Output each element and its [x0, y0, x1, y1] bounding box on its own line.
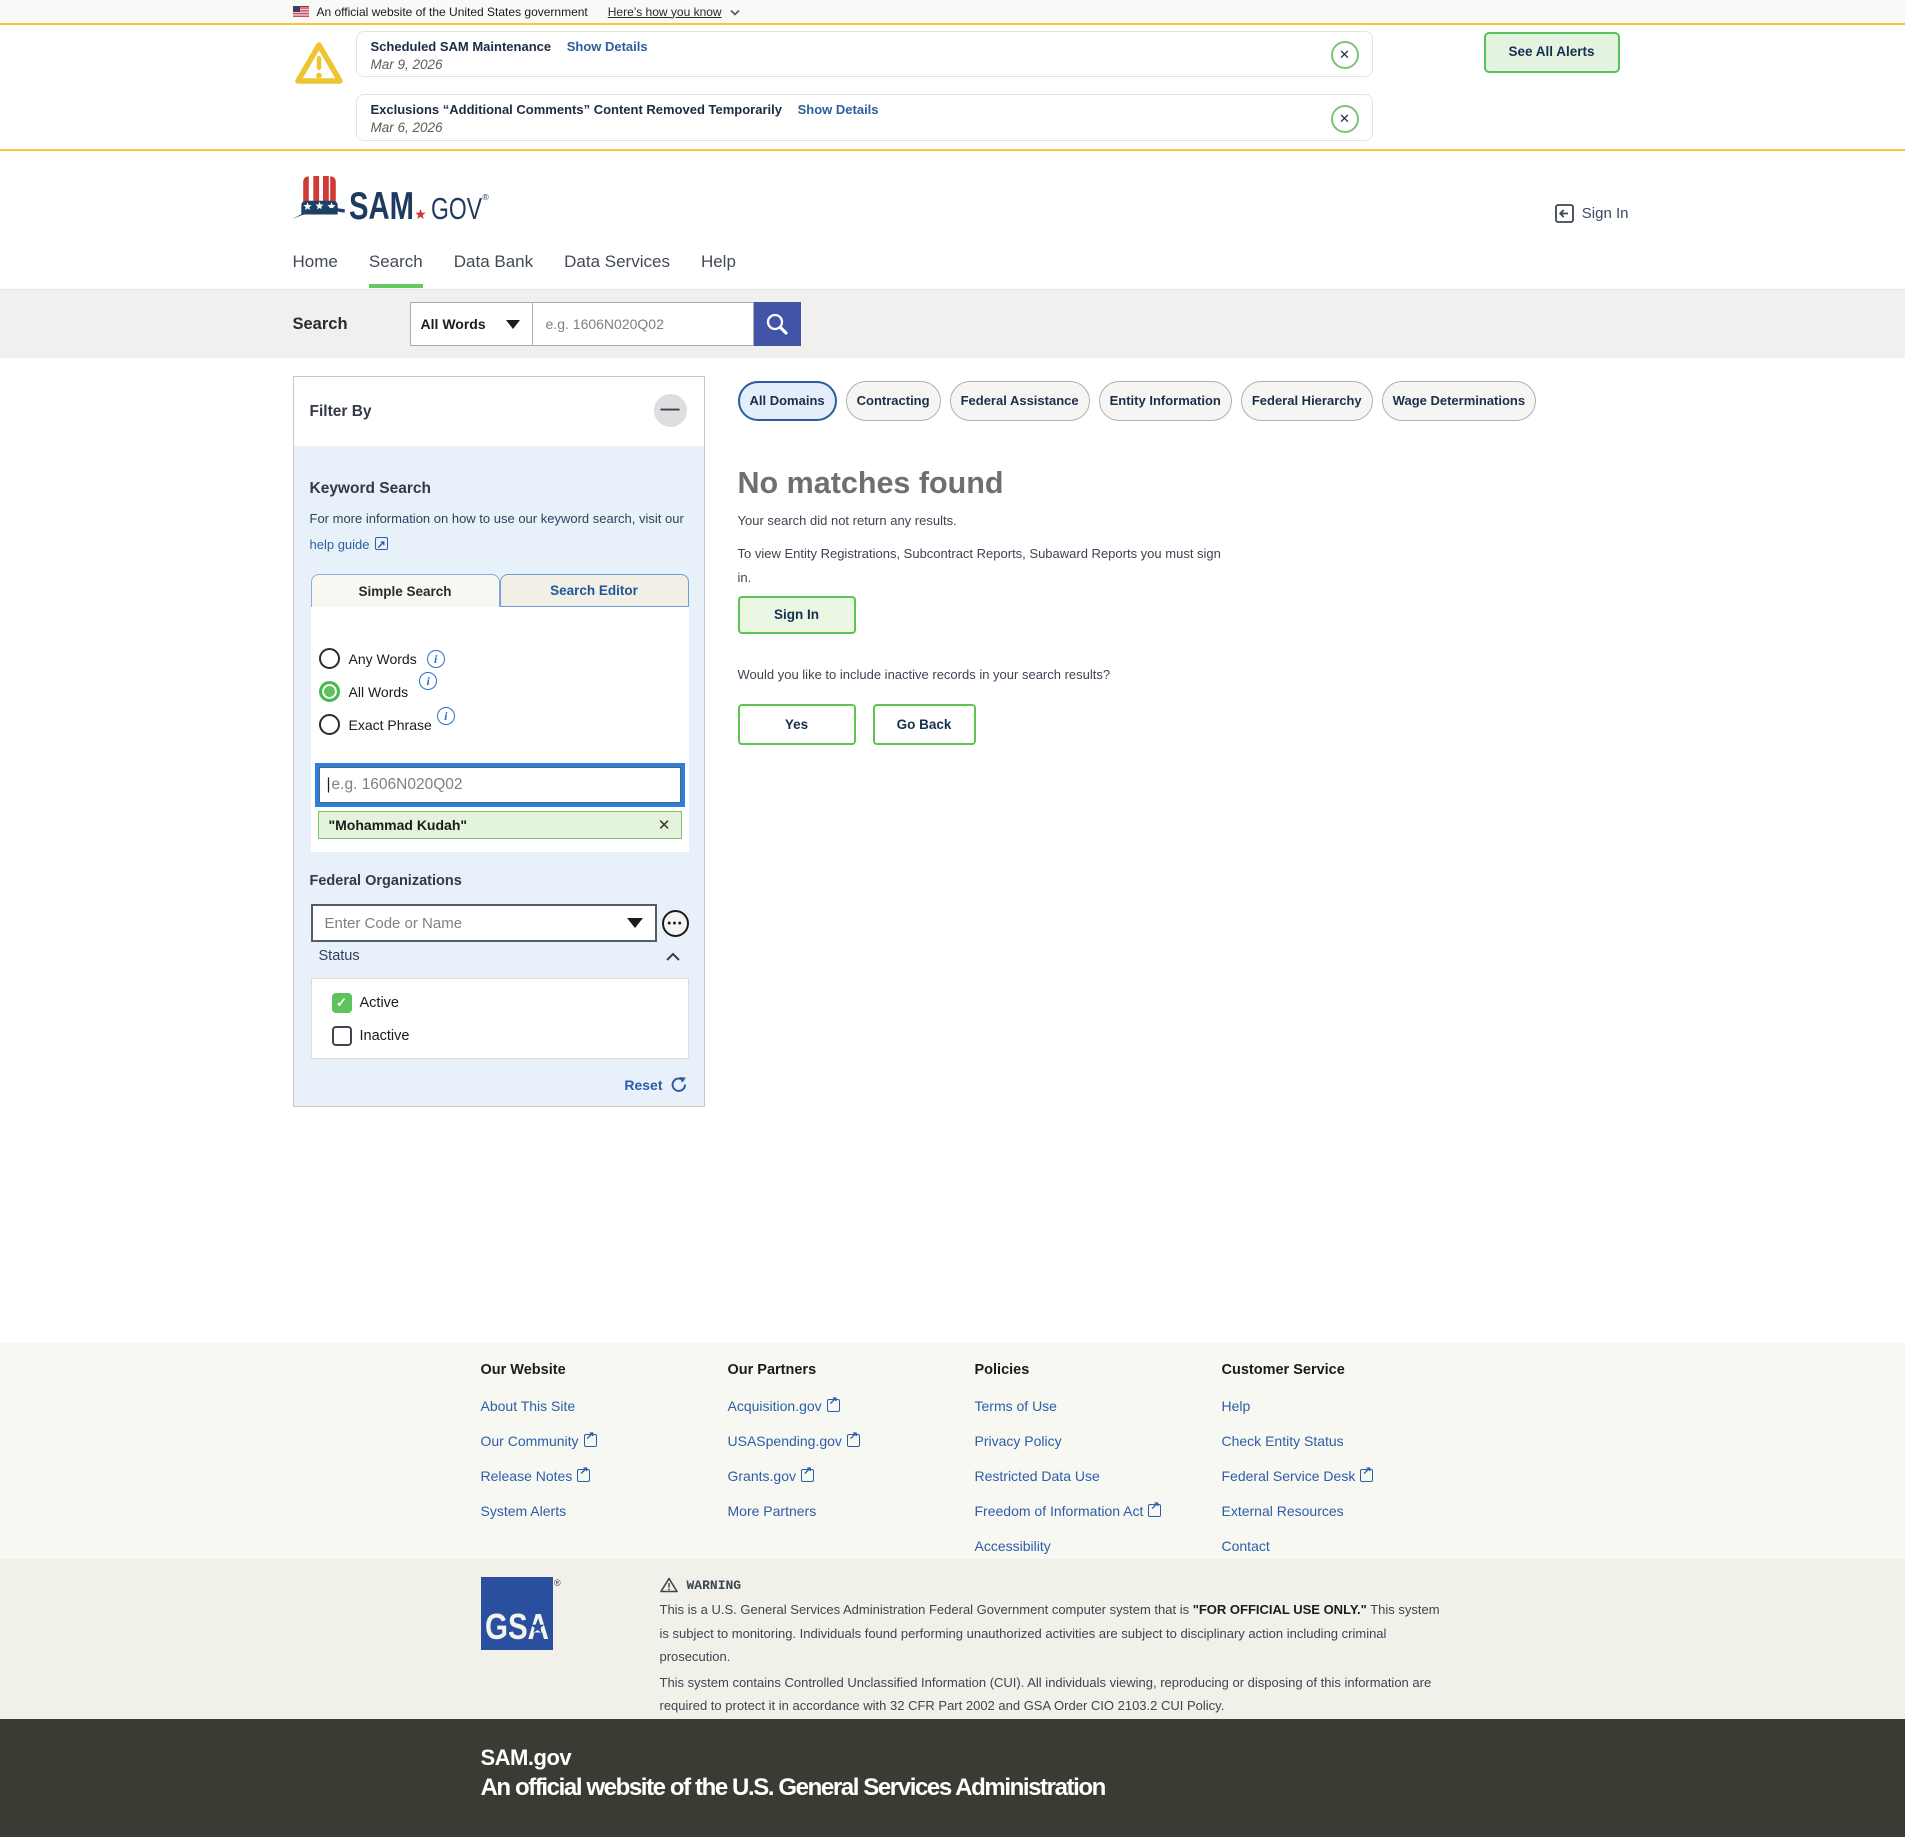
svg-text:®: ®	[554, 1578, 561, 1588]
svg-text:GOV: GOV	[431, 191, 482, 222]
svg-text:®: ®	[482, 192, 489, 202]
svg-text:SAM: SAM	[349, 185, 414, 222]
